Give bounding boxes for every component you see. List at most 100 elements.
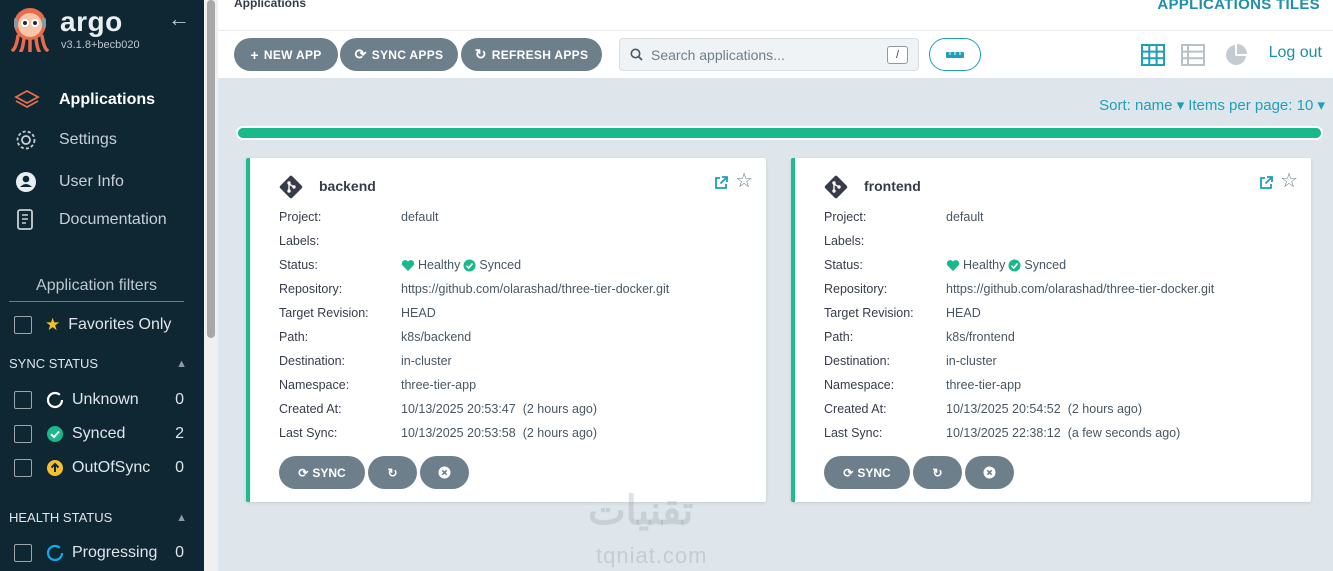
scrollbar-thumb[interactable] [207, 0, 215, 338]
checkbox[interactable] [14, 459, 32, 477]
detail-key: Repository: [279, 282, 343, 296]
sync-button[interactable]: ⟳ SYNC [279, 456, 365, 489]
collapse-caret-icon[interactable]: ▲ [176, 512, 187, 524]
summary-pie-chart-icon[interactable] [1223, 43, 1249, 67]
sync-icon: ⟳ [843, 465, 854, 480]
page-title: APPLICATIONS TILES [1157, 0, 1320, 13]
app-name[interactable]: backend [319, 178, 376, 194]
detail-key: Last Sync: [279, 426, 338, 440]
sidebar-scrollbar[interactable] [204, 0, 218, 571]
sync-status: Synced [1024, 258, 1067, 272]
items-per-page-dropdown[interactable]: Items per page: 10 ▾ [1188, 96, 1325, 114]
book-icon [14, 208, 42, 232]
filter-sync-unknown[interactable]: Unknown 0 [14, 389, 184, 411]
git-icon [824, 175, 848, 199]
favorites-only-filter[interactable]: ★ Favorites Only [14, 315, 171, 335]
collapse-sidebar-arrow-icon[interactable]: ← [168, 6, 190, 32]
health-status-heading[interactable]: HEALTH STATUS ▲ [9, 510, 187, 525]
nav-item-applications[interactable]: Applications [14, 85, 194, 115]
destination-value: in-cluster [946, 354, 997, 368]
list-view-icon[interactable] [1180, 43, 1206, 67]
favorite-star-icon[interactable]: ☆ [1280, 171, 1298, 191]
sync-button[interactable]: ⟳ SYNC [824, 456, 910, 489]
detail-key: Target Revision: [279, 306, 369, 320]
gear-icon [14, 128, 42, 152]
nav-item-documentation[interactable]: Documentation [14, 205, 194, 235]
checkbox[interactable] [14, 391, 32, 409]
nav-item-user-info[interactable]: User Info [14, 167, 194, 197]
application-tile-backend[interactable]: backend ☆ Project: default Labels: Status… [246, 158, 766, 502]
detail-row-repository: Repository: https://github.com/olarashad/… [279, 277, 669, 301]
collapse-caret-icon[interactable]: ▲ [176, 358, 187, 370]
created-at-date: 10/13/2025 20:54:52 [946, 402, 1061, 416]
last-sync-value: 10/13/2025 22:38:12 (a few seconds ago) [946, 426, 1180, 440]
path-value: k8s/backend [401, 330, 472, 344]
search-input[interactable] [651, 46, 871, 63]
detail-row-destination: Destination: in-cluster [279, 349, 669, 373]
filter-health-progressing[interactable]: Progressing 0 [14, 542, 184, 564]
external-link-icon[interactable] [1258, 175, 1274, 191]
checkbox[interactable] [14, 544, 32, 562]
last-sync-date: 10/13/2025 22:38:12 [946, 426, 1061, 440]
external-link-icon[interactable] [713, 175, 729, 191]
items-per-page-label: Items per page: 10 [1188, 97, 1314, 114]
version-label: v3.1.8+becb020 [61, 39, 140, 51]
nav-item-settings[interactable]: Settings [14, 125, 194, 155]
path-value: k8s/frontend [946, 330, 1015, 344]
health-status: Healthy [418, 258, 461, 272]
detail-row-project: Project: default [279, 205, 669, 229]
status-value: Healthy Synced [946, 258, 1066, 272]
created-at-value: 10/13/2025 20:53:47 (2 hours ago) [401, 402, 597, 416]
detail-key: Last Sync: [824, 426, 883, 440]
refresh-button[interactable]: ↻ [913, 456, 962, 489]
created-at-value: 10/13/2025 20:54:52 (2 hours ago) [946, 402, 1142, 416]
refresh-button[interactable]: ↻ [368, 456, 417, 489]
detail-row-project: Project: default [824, 205, 1214, 229]
favorite-star-icon[interactable]: ☆ [735, 171, 753, 191]
last-sync-value: 10/13/2025 20:53:58 (2 hours ago) [401, 426, 597, 440]
delete-button[interactable] [965, 456, 1014, 489]
detail-row-labels: Labels: [279, 229, 669, 253]
app-name[interactable]: frontend [864, 178, 921, 194]
sync-status-heading[interactable]: SYNC STATUS ▲ [9, 356, 187, 371]
refresh-apps-button[interactable]: ↻ REFRESH APPS [461, 38, 602, 71]
sort-controls: Sort: name ▾ Items per page: 10 ▾ [1099, 96, 1325, 114]
application-tile-frontend[interactable]: frontend ☆ Project: default Labels: Statu… [791, 158, 1311, 502]
heart-icon [401, 259, 415, 272]
button-label: NEW APP [263, 47, 322, 62]
detail-key: Created At: [824, 402, 887, 416]
sync-apps-button[interactable]: ⟳ SYNC APPS [340, 38, 458, 71]
breadcrumb[interactable]: Applications [234, 0, 306, 10]
detail-key: Namespace: [824, 378, 895, 392]
tiles-view-icon[interactable] [1140, 43, 1166, 67]
new-app-button[interactable]: + NEW APP [234, 38, 338, 71]
tile-actions: ⟳ SYNC ↻ [824, 456, 1014, 489]
detail-key: Destination: [279, 354, 346, 368]
delete-button[interactable] [420, 456, 469, 489]
detail-key: Project: [279, 210, 322, 224]
toolbar: + NEW APP ⟳ SYNC APPS ↻ REFRESH APPS / Log … [218, 30, 1333, 78]
project-value: default [401, 210, 439, 224]
detail-row-last-sync: Last Sync: 10/13/2025 20:53:58 (2 hours ag… [279, 421, 669, 445]
watermark-logo: تقنيات [588, 489, 694, 533]
filter-count: 0 [175, 391, 184, 408]
detail-row-namespace: Namespace: three-tier-app [824, 373, 1214, 397]
favorites-checkbox[interactable] [14, 316, 32, 334]
last-sync-ago: (a few seconds ago) [1067, 426, 1181, 440]
plus-icon: + [250, 46, 259, 63]
detail-key: Labels: [824, 234, 865, 248]
search-box[interactable]: / [619, 38, 919, 71]
refresh-icon: ↻ [932, 465, 943, 480]
filter-toggle-button[interactable] [929, 38, 981, 71]
times-circle-icon [438, 466, 451, 479]
filter-sync-synced[interactable]: Synced 2 [14, 423, 184, 445]
logout-link[interactable]: Log out [1269, 44, 1322, 62]
project-value: default [946, 210, 984, 224]
sort-dropdown[interactable]: Sort: name ▾ [1099, 96, 1184, 114]
filter-sync-out-of-sync[interactable]: OutOfSync 0 [14, 457, 184, 479]
sync-icon: ⟳ [354, 46, 367, 62]
checkbox[interactable] [14, 425, 32, 443]
detail-row-path: Path: k8s/backend [279, 325, 669, 349]
detail-row-labels: Labels: [824, 229, 1214, 253]
filters-title: Application filters [9, 277, 184, 302]
